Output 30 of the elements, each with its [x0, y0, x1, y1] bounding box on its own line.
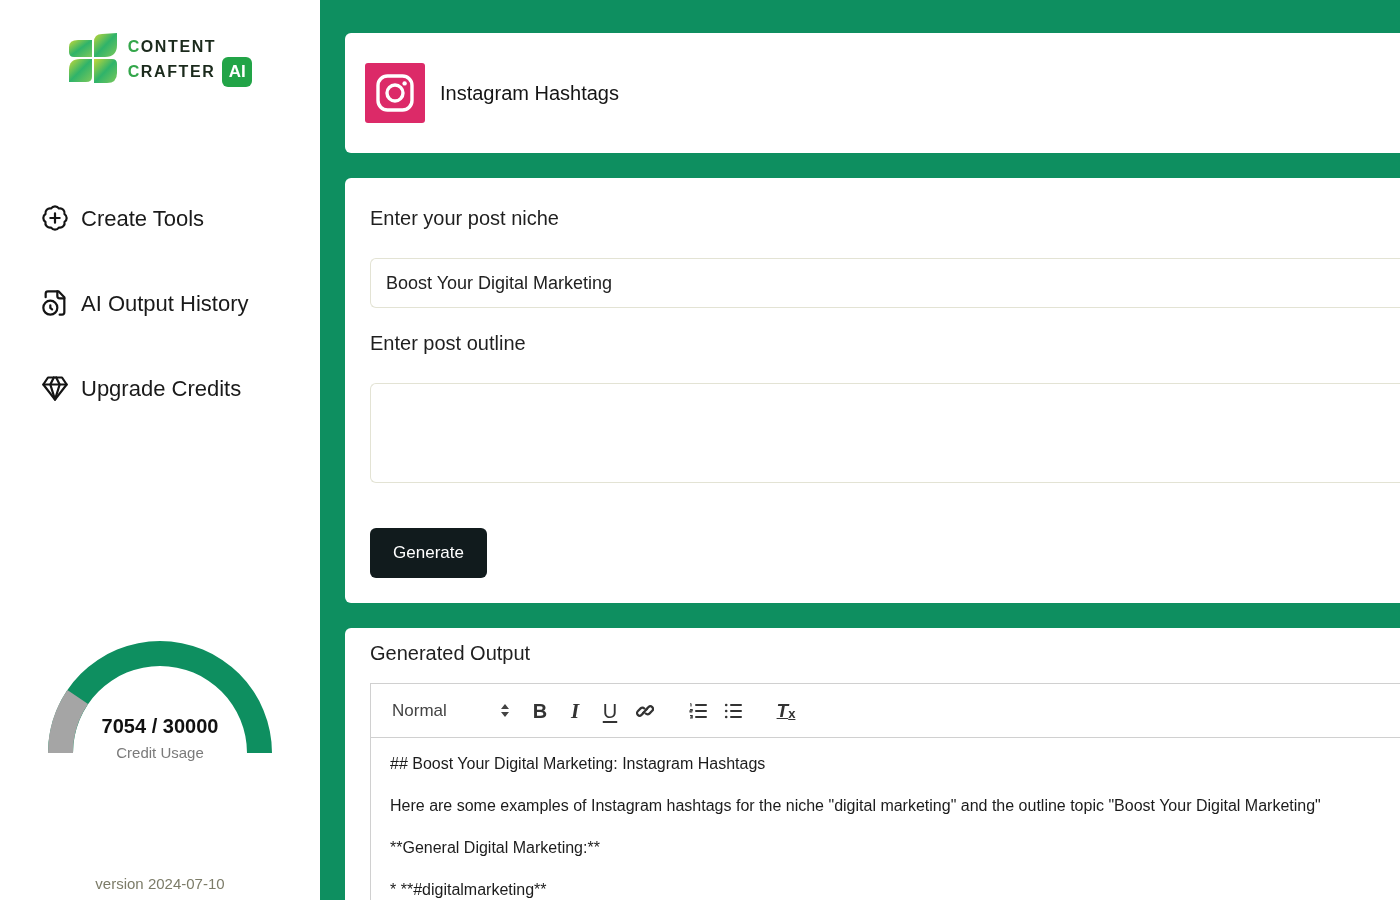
output-line: Here are some examples of Instagram hashtags for the niche "digital marketing" and the outline topic "Boost Your Digital Marketing": [390, 796, 1321, 816]
italic-button[interactable]: I: [561, 697, 589, 724]
output-line: **General Digital Marketing:**: [390, 838, 600, 858]
sidebar-item[interactable]: Upgrade Credits: [41, 373, 242, 403]
caret-icon: [501, 704, 509, 717]
sidebar-item[interactable]: Create Tools: [41, 203, 205, 233]
clear-format-button[interactable]: T$_{x}$: [772, 697, 800, 724]
credit-count: 7054 / 30000: [101, 715, 219, 738]
tool-title: Instagram Hashtags: [440, 81, 619, 105]
bullet-list-icon: [724, 701, 742, 720]
field-label: Enter post outline: [370, 331, 526, 355]
output-title: Generated Output: [370, 641, 531, 665]
camera-icon: [365, 63, 425, 123]
ordered-list-icon: [689, 701, 707, 720]
clover-logo-icon: [67, 33, 118, 83]
underline-button[interactable]: U: [596, 697, 624, 724]
format-dropdown[interactable]: Normal: [391, 697, 509, 724]
bold-button[interactable]: B: [526, 697, 554, 724]
gem-icon: [41, 374, 69, 402]
logo-badge: AI: [222, 57, 253, 87]
version-text: version 2024-07-10: [95, 875, 225, 894]
output-line: ## Boost Your Digital Marketing: Instagram Hashtags: [390, 754, 766, 774]
output-line: * **#digitalmarketing**: [390, 880, 547, 900]
niche-input[interactable]: Boost Your Digital Marketing: [370, 258, 1400, 308]
logo-text: CRAFTER: [127, 62, 216, 82]
sidebar-item[interactable]: AI Output History: [41, 288, 249, 318]
credit-caption: Credit Usage: [116, 744, 204, 762]
logo-text: CONTENT: [127, 37, 217, 57]
field-label: Enter your post niche: [370, 206, 559, 230]
generate-button[interactable]: Generate: [370, 528, 487, 578]
